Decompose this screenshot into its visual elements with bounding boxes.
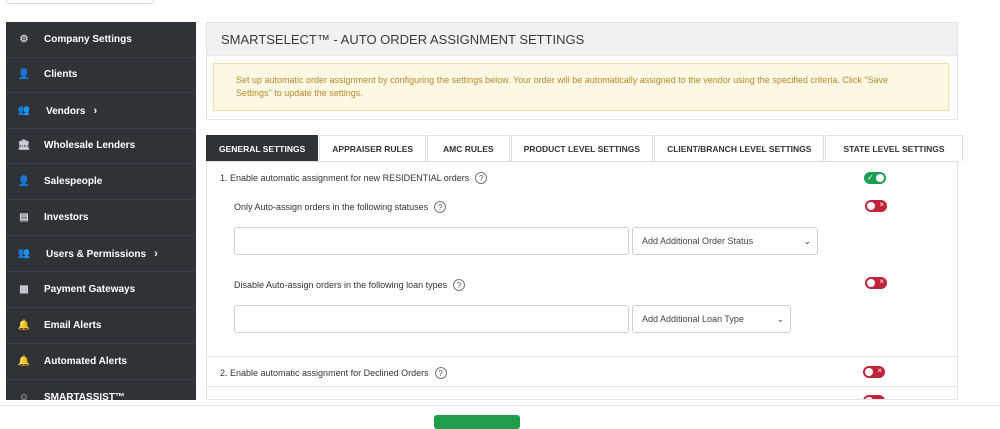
sidebar-item-label: Salespeople <box>44 176 103 187</box>
declined-setting: 2. Enable automatic assignment for Decli… <box>220 367 447 379</box>
save-settings-button[interactable] <box>434 415 520 429</box>
sidebar-item-label: SMARTASSIST™ <box>44 392 125 400</box>
x-icon: × <box>879 200 884 209</box>
bank-icon: 🏛 <box>17 140 31 151</box>
order-status-select-value: Add Additional Order Status <box>642 236 754 246</box>
residential-setting: 1. Enable automatic assignment for new R… <box>220 172 488 184</box>
sidebar-item-label: Vendors › <box>46 104 98 117</box>
sidebar: ⚙ Company Settings 👤 Clients 👥 Vendors › … <box>6 22 196 400</box>
tab-state-level-settings[interactable]: STATE LEVEL SETTINGS <box>825 135 963 161</box>
users-icon: 👥 <box>17 248 31 259</box>
general-settings-content: 1. Enable automatic assignment for new R… <box>206 161 958 400</box>
sidebar-item-email-alerts[interactable]: 🔔 Email Alerts <box>6 308 196 344</box>
sidebar-item-wholesale-lenders[interactable]: 🏛 Wholesale Lenders <box>6 128 196 164</box>
loan-types-input[interactable] <box>234 305 629 333</box>
chevron-right-icon: › <box>93 104 98 117</box>
top-dropdown[interactable] <box>6 0 154 4</box>
toggle-knob <box>865 368 873 376</box>
id-card-icon: ▤ <box>19 212 29 223</box>
sidebar-item-company-settings[interactable]: ⚙ Company Settings <box>6 22 196 58</box>
chevron-down-icon: ⌄ <box>776 314 784 324</box>
bell-icon: 🔔 <box>17 356 31 367</box>
calculator-icon: ▦ <box>19 284 29 295</box>
help-icon[interactable]: ? <box>434 367 447 379</box>
sidebar-item-vendors[interactable]: 👥 Vendors › <box>6 93 196 129</box>
sidebar-item-label: Payment Gateways <box>44 284 136 295</box>
settings-panel: SMARTSELECT™ - AUTO ORDER ASSIGNMENT SET… <box>206 22 958 120</box>
help-icon[interactable]: ? <box>475 172 488 184</box>
order-status-select[interactable]: Add Additional Order Status ⌄ <box>632 227 818 255</box>
page-title: SMARTSELECT™ - AUTO ORDER ASSIGNMENT SET… <box>207 23 957 56</box>
declined-toggle[interactable]: × <box>863 366 885 378</box>
declined-label: 2. Enable automatic assignment for Decli… <box>220 368 429 378</box>
user-icon: 👤 <box>17 176 31 187</box>
gears-icon: ⚙ <box>19 34 29 45</box>
loan-types-label: Disable Auto-assign orders in the follow… <box>234 280 448 290</box>
statuses-setting: Only Auto-assign orders in the following… <box>234 201 447 213</box>
x-icon: × <box>877 366 882 375</box>
divider <box>207 386 957 387</box>
chevron-right-icon: › <box>154 247 158 260</box>
tab-client-branch-level-settings[interactable]: CLIENT/BRANCH LEVEL SETTINGS <box>654 135 825 161</box>
sidebar-item-automated-alerts[interactable]: 🔔 Automated Alerts <box>6 344 196 380</box>
sidebar-item-label: Wholesale Lenders <box>44 140 136 151</box>
sidebar-item-users-permissions[interactable]: 👥 Users & Permissions › <box>6 236 196 272</box>
statuses-input[interactable] <box>234 227 629 255</box>
statuses-toggle[interactable]: × <box>865 200 887 212</box>
residential-label: 1. Enable automatic assignment for new R… <box>220 173 470 183</box>
sidebar-item-label: Clients <box>44 69 78 80</box>
statuses-label: Only Auto-assign orders in the following… <box>234 202 429 212</box>
top-strip <box>0 0 1000 22</box>
chevron-down-icon: ⌄ <box>803 236 811 246</box>
sidebar-item-clients[interactable]: 👤 Clients <box>6 57 196 93</box>
sidebar-item-investors[interactable]: ▤ Investors <box>6 200 196 236</box>
divider <box>207 356 957 357</box>
tab-appraiser-rules[interactable]: APPRAISER RULES <box>319 135 427 161</box>
loan-type-select-value: Add Additional Loan Type <box>642 314 744 324</box>
help-icon[interactable]: ? <box>453 279 466 291</box>
help-icon[interactable]: ? <box>434 201 447 213</box>
tab-amc-rules[interactable]: AMC RULES <box>427 135 510 161</box>
check-icon: ✓ <box>867 173 874 182</box>
toggle-knob <box>867 279 875 287</box>
toggle-knob <box>865 397 873 399</box>
loan-types-setting: Disable Auto-assign orders in the follow… <box>234 279 466 291</box>
robot-icon: ☺ <box>18 392 30 400</box>
sidebar-item-salespeople[interactable]: 👤 Salespeople <box>6 164 196 200</box>
tab-product-level-settings[interactable]: PRODUCT LEVEL SETTINGS <box>510 135 654 161</box>
info-alert: Set up automatic order assignment by con… <box>213 63 949 111</box>
sidebar-item-smartassist[interactable]: ☺ SMARTASSIST™ <box>6 380 196 400</box>
next-setting-toggle[interactable] <box>863 395 885 399</box>
loan-type-select[interactable]: Add Additional Loan Type ⌄ <box>632 305 791 333</box>
toggle-knob <box>876 174 884 182</box>
residential-toggle[interactable]: ✓ <box>864 172 886 184</box>
x-icon: × <box>879 277 884 286</box>
sidebar-item-label: Automated Alerts <box>44 356 127 367</box>
sidebar-item-label: Email Alerts <box>44 320 102 331</box>
tab-general-settings[interactable]: GENERAL SETTINGS <box>206 135 319 161</box>
sidebar-item-label: Users & Permissions › <box>46 247 158 260</box>
users-icon: 👥 <box>17 105 31 116</box>
user-icon: 👤 <box>17 69 31 80</box>
sidebar-item-label: Company Settings <box>44 34 132 45</box>
toggle-knob <box>867 202 875 210</box>
sidebar-item-label: Investors <box>44 212 89 223</box>
loan-types-toggle[interactable]: × <box>865 277 887 289</box>
tab-bar: GENERAL SETTINGS APPRAISER RULES AMC RUL… <box>206 135 964 161</box>
bell-icon: 🔔 <box>17 320 31 331</box>
sidebar-item-payment-gateways[interactable]: ▦ Payment Gateways <box>6 272 196 308</box>
